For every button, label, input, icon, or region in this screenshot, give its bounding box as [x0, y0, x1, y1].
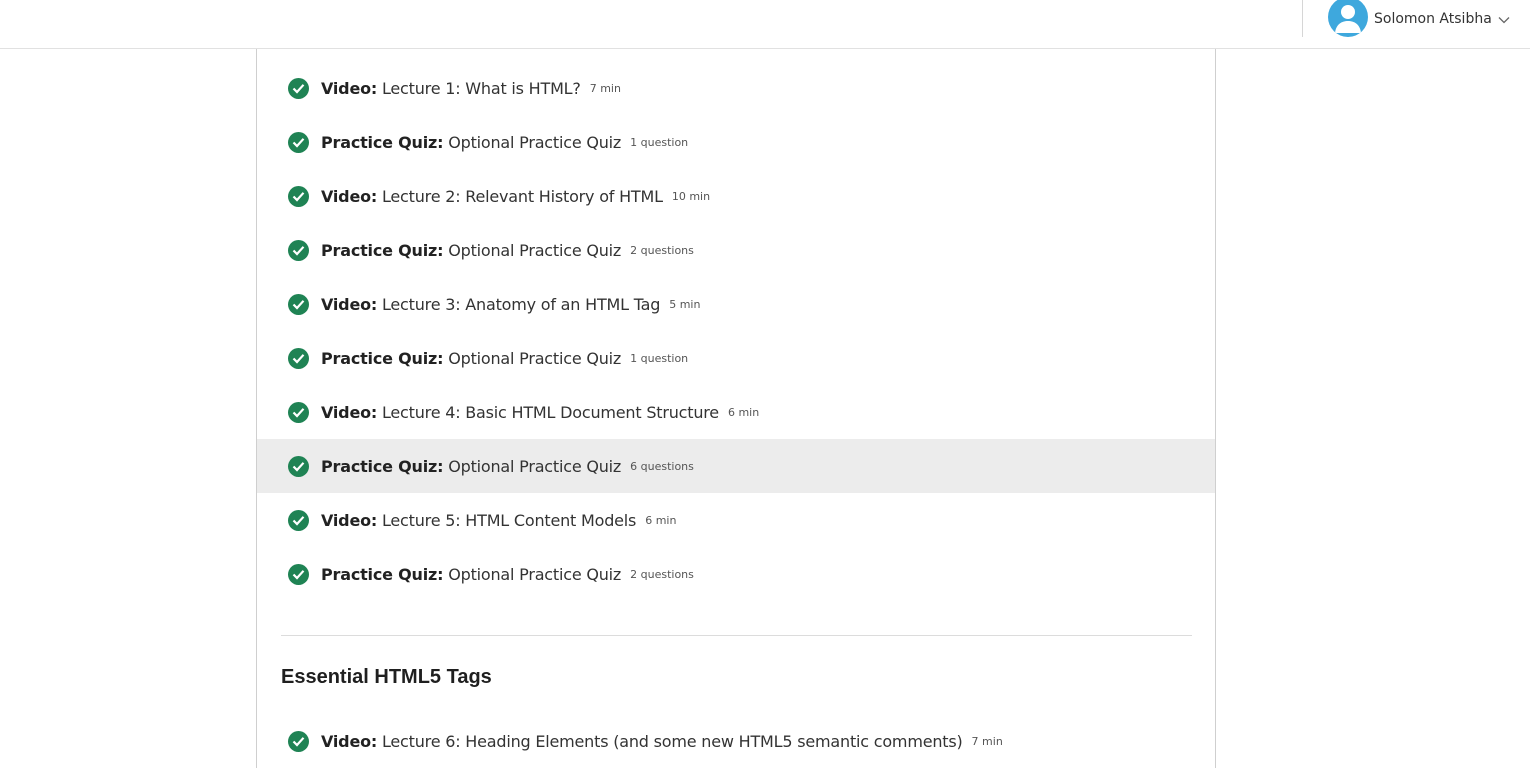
lesson-type: Video: [321, 731, 378, 751]
lesson-type: Video: [321, 294, 378, 314]
lesson-duration: 7 min [971, 734, 1003, 748]
check-circle-icon [288, 401, 309, 423]
lesson-type: Video: [321, 510, 378, 530]
lesson-title[interactable]: Practice Quiz: Optional Practice Quiz [321, 133, 621, 152]
section-divider [281, 635, 1192, 636]
lesson-item[interactable]: Video: Lecture 3: Anatomy of an HTML Tag… [257, 277, 1215, 331]
lesson-title[interactable]: Video: Lecture 5: HTML Content Models [321, 511, 636, 530]
top-bar: Solomon Atsibha [0, 0, 1530, 49]
lesson-name: Optional Practice Quiz [448, 240, 622, 260]
user-menu[interactable]: Solomon Atsibha [1328, 0, 1510, 37]
check-circle-icon [288, 509, 309, 531]
lesson-question-count: 2 questions [630, 567, 694, 581]
section-title: Essential HTML5 Tags [281, 666, 492, 688]
lesson-name: Lecture 1: What is HTML? [381, 78, 581, 98]
chevron-down-icon[interactable] [1498, 11, 1510, 29]
lesson-title[interactable]: Practice Quiz: Optional Practice Quiz [321, 565, 621, 584]
lesson-type: Practice Quiz: [321, 564, 444, 584]
check-circle-icon [288, 131, 309, 153]
lesson-name: Lecture 3: Anatomy of an HTML Tag [381, 294, 661, 314]
check-circle-icon [288, 293, 309, 315]
lesson-duration: 5 min [669, 297, 701, 311]
lesson-type: Practice Quiz: [321, 456, 444, 476]
lesson-item[interactable]: Video: Lecture 1: What is HTML? 7 min [257, 61, 1215, 115]
lesson-question-count: 1 question [630, 351, 689, 365]
lesson-name: Optional Practice Quiz [448, 348, 622, 368]
lesson-item[interactable]: Video: Lecture 2: Relevant History of HT… [257, 169, 1215, 223]
user-name[interactable]: Solomon Atsibha [1374, 11, 1492, 27]
lesson-item[interactable]: Practice Quiz: Optional Practice Quiz 1 … [257, 331, 1215, 385]
lesson-type: Practice Quiz: [321, 132, 444, 152]
lesson-title[interactable]: Video: Lecture 4: Basic HTML Document St… [321, 403, 719, 422]
check-circle-icon [288, 563, 309, 585]
lesson-type: Practice Quiz: [321, 348, 444, 368]
lesson-title[interactable]: Practice Quiz: Optional Practice Quiz [321, 349, 621, 368]
lesson-type: Video: [321, 402, 378, 422]
lesson-title[interactable]: Video: Lecture 3: Anatomy of an HTML Tag [321, 295, 660, 314]
check-circle-icon [288, 730, 309, 752]
lesson-name: Optional Practice Quiz [448, 564, 622, 584]
lesson-duration: 6 min [645, 513, 677, 527]
check-circle-icon [288, 347, 309, 369]
lesson-title[interactable]: Video: Lecture 6: Heading Elements (and … [321, 732, 963, 751]
lesson-question-count: 1 question [630, 135, 689, 149]
lesson-item[interactable]: Practice Quiz: Optional Practice Quiz 2 … [257, 547, 1215, 601]
check-circle-icon [288, 455, 309, 477]
lesson-item[interactable]: Practice Quiz: Optional Practice Quiz 2 … [257, 223, 1215, 277]
lesson-item[interactable]: Practice Quiz: Optional Practice Quiz 1 … [257, 115, 1215, 169]
lesson-title[interactable]: Practice Quiz: Optional Practice Quiz [321, 241, 621, 260]
lesson-question-count: 2 questions [630, 243, 694, 257]
lesson-item[interactable]: Video: Lecture 6: Heading Elements (and … [257, 714, 1215, 768]
lesson-title[interactable]: Practice Quiz: Optional Practice Quiz [321, 457, 621, 476]
lesson-name: Lecture 4: Basic HTML Document Structure [381, 402, 719, 422]
check-circle-icon [288, 185, 309, 207]
lesson-name: Optional Practice Quiz [448, 132, 622, 152]
course-content-panel: Video: Lecture 1: What is HTML? 7 min Pr… [256, 48, 1216, 768]
lesson-question-count: 6 questions [630, 459, 694, 473]
lesson-title[interactable]: Video: Lecture 1: What is HTML? [321, 79, 581, 98]
lesson-duration: 10 min [671, 189, 711, 203]
lesson-duration: 7 min [589, 81, 621, 95]
topbar-divider [1302, 0, 1303, 37]
lesson-name: Lecture 5: HTML Content Models [381, 510, 637, 530]
lesson-item-active[interactable]: Practice Quiz: Optional Practice Quiz 6 … [257, 439, 1215, 493]
lesson-type: Video: [321, 186, 378, 206]
check-circle-icon [288, 239, 309, 261]
lesson-type: Video: [321, 78, 378, 98]
check-circle-icon [288, 77, 309, 99]
lesson-type: Practice Quiz: [321, 240, 444, 260]
lesson-name: Optional Practice Quiz [448, 456, 622, 476]
user-avatar-icon[interactable] [1328, 0, 1368, 37]
lesson-name: Lecture 6: Heading Elements (and some ne… [381, 731, 963, 751]
lesson-name: Lecture 2: Relevant History of HTML [381, 186, 663, 206]
lesson-duration: 6 min [727, 405, 760, 419]
lesson-title[interactable]: Video: Lecture 2: Relevant History of HT… [321, 187, 663, 206]
lesson-item[interactable]: Video: Lecture 5: HTML Content Models 6 … [257, 493, 1215, 547]
lesson-item[interactable]: Video: Lecture 4: Basic HTML Document St… [257, 385, 1215, 439]
